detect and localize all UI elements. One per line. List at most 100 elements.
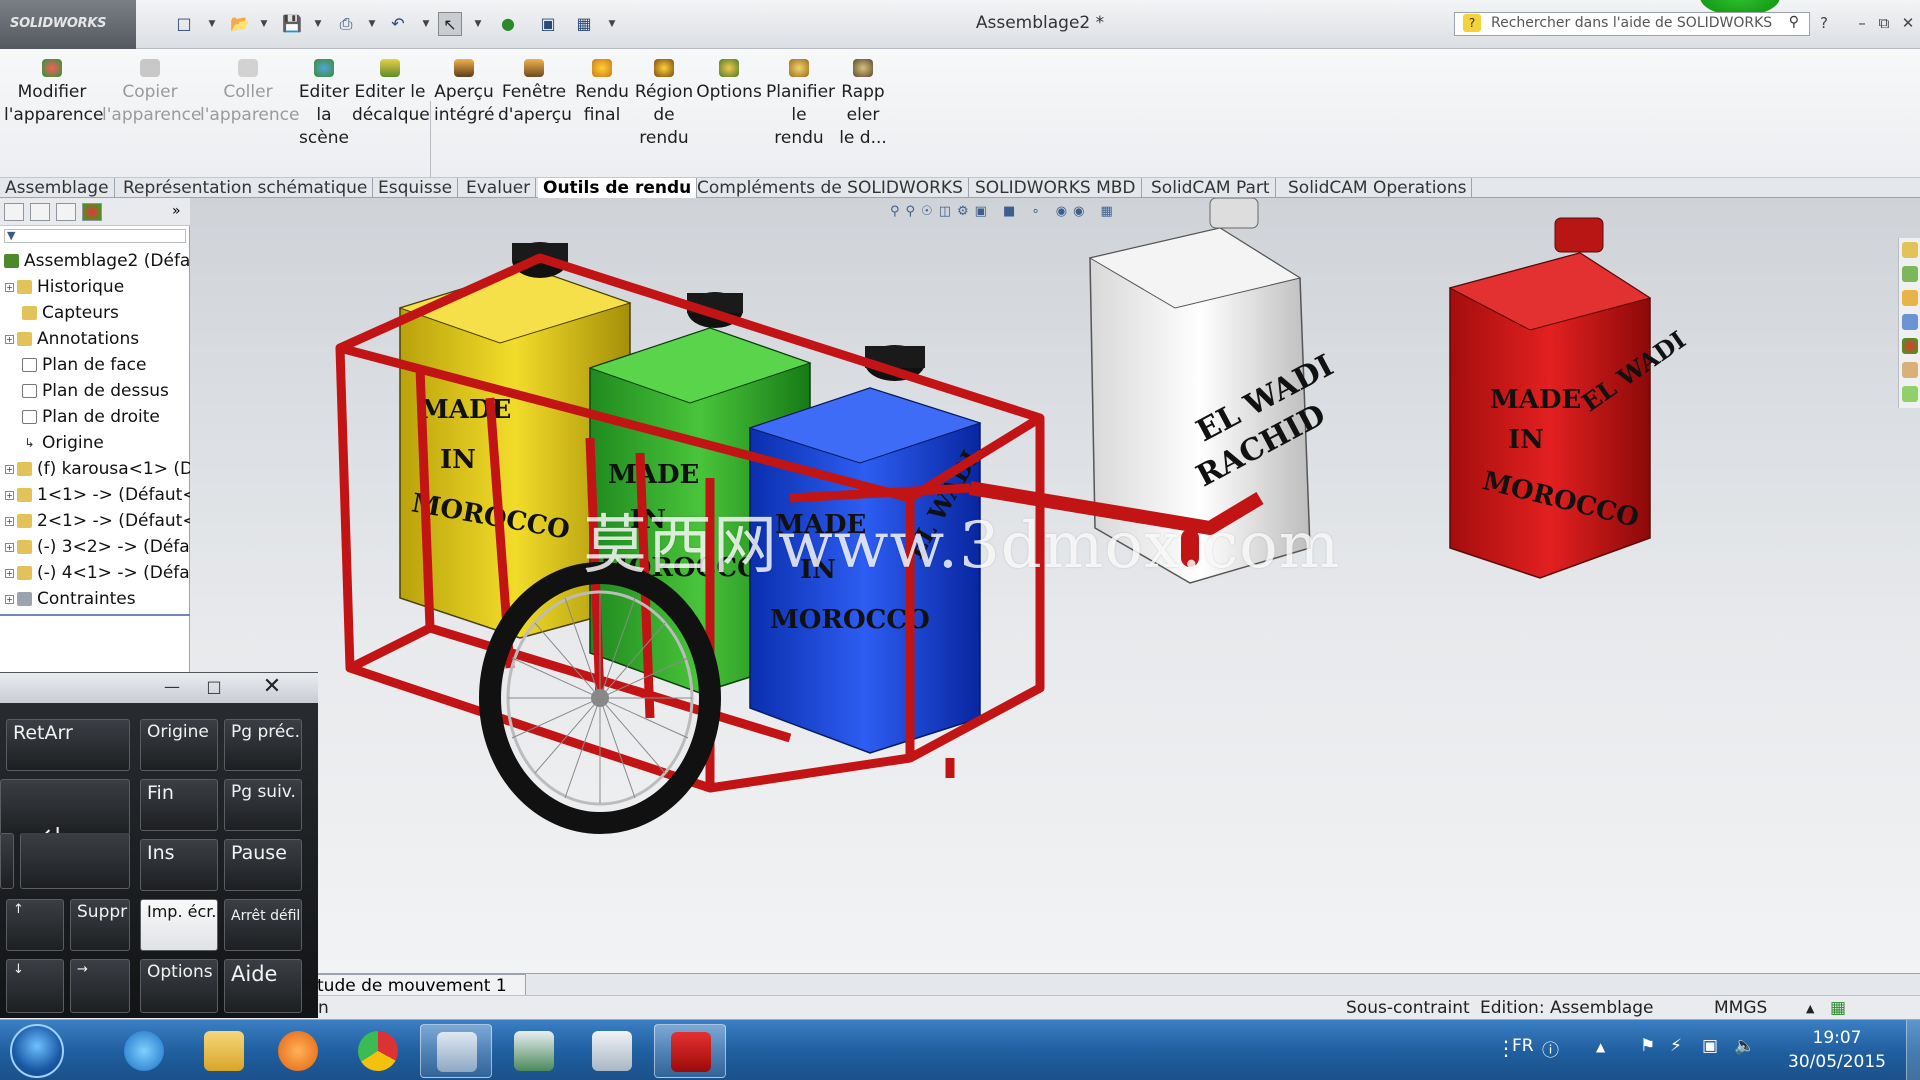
solidworks-forum-icon[interactable]: [1902, 386, 1918, 402]
tab-esquisse[interactable]: Esquisse: [373, 178, 459, 198]
minimize-icon[interactable]: –: [1852, 14, 1872, 32]
print-icon[interactable]: ⎙: [334, 12, 358, 36]
tab-motion-study[interactable]: tude de mouvement 1: [316, 974, 526, 996]
home-icon[interactable]: [1902, 242, 1918, 258]
print-dropdown-icon[interactable]: ▼: [366, 12, 378, 36]
feature-tree-tab-icon[interactable]: [4, 203, 24, 221]
quick-tips-icon[interactable]: ▦: [1830, 998, 1846, 1018]
help-icon[interactable]: ?: [1814, 14, 1834, 32]
paste-appearance-button[interactable]: Coller l'apparence: [200, 59, 299, 127]
key-page-up[interactable]: Pg préc.: [224, 719, 302, 771]
tree-rollback-bar[interactable]: [0, 614, 190, 616]
units-up-icon[interactable]: ▲: [1806, 1002, 1814, 1015]
tab-solidworks-mbd[interactable]: SOLIDWORKS MBD: [970, 178, 1142, 198]
preview-window-button[interactable]: Fenêtre d'aperçu: [498, 59, 572, 127]
expand-icon[interactable]: +: [5, 516, 14, 526]
taskbar-app-button[interactable]: [498, 1024, 570, 1078]
tab-solidcam-part[interactable]: SolidCAM Part: [1146, 178, 1276, 198]
solidworks-logo[interactable]: SOLIDWORKS: [0, 0, 136, 49]
new-document-icon[interactable]: □: [172, 12, 196, 36]
key-options[interactable]: Options: [140, 959, 218, 1013]
action-center-flag-icon[interactable]: ⚑: [1640, 1036, 1655, 1056]
key-backspace[interactable]: RetArr: [6, 719, 130, 771]
save-icon[interactable]: 💾: [280, 12, 304, 36]
tab-representation-schematique[interactable]: Représentation schématique: [118, 178, 374, 198]
key-down-arrow[interactable]: ↓: [6, 959, 64, 1013]
tree-item-history[interactable]: + Historique: [0, 274, 190, 300]
design-library-icon[interactable]: [1902, 266, 1918, 282]
file-properties-icon[interactable]: ▣: [536, 12, 560, 36]
expand-icon[interactable]: +: [5, 594, 14, 604]
key-up-arrow[interactable]: ↑: [6, 899, 64, 951]
expand-icon[interactable]: +: [5, 334, 14, 344]
tree-item-sensors[interactable]: Capteurs: [0, 300, 190, 326]
show-hidden-icons-icon[interactable]: ▲: [1596, 1040, 1605, 1054]
taskbar-ie-button[interactable]: [108, 1024, 180, 1078]
select-dropdown-icon[interactable]: ▼: [472, 12, 484, 36]
key-print-screen[interactable]: Imp. écr.: [140, 899, 218, 951]
units-status[interactable]: MMGS: [1714, 998, 1767, 1018]
help-search-input[interactable]: ? Rechercher dans l'aide de SOLIDWORKS ⚲: [1454, 12, 1810, 36]
key-page-down[interactable]: Pg suiv.: [224, 779, 302, 831]
tree-item-origin[interactable]: ↳ Origine: [0, 430, 190, 456]
network-icon[interactable]: ▣: [1702, 1036, 1718, 1056]
keyboard-restore-icon[interactable]: □: [200, 677, 228, 697]
key-enter[interactable]: ↵: [0, 779, 130, 835]
property-tab-icon[interactable]: [30, 203, 50, 221]
key-help[interactable]: Aide: [224, 959, 302, 1013]
view-palette-icon[interactable]: [1902, 314, 1918, 330]
expand-icon[interactable]: +: [5, 542, 14, 552]
tree-item-mates[interactable]: + Contraintes: [0, 586, 190, 612]
tab-complements-solidworks[interactable]: Compléments de SOLIDWORKS: [692, 178, 969, 198]
key-home[interactable]: Origine: [140, 719, 218, 771]
schedule-render-button[interactable]: Planifier le rendu: [766, 59, 835, 150]
tree-item-karousa[interactable]: + (f) karousa<1> (Dé: [0, 456, 190, 482]
taskbar-media-button[interactable]: [262, 1024, 334, 1078]
edit-decal-button[interactable]: Editer le décalque: [352, 59, 430, 127]
expand-icon[interactable]: +: [5, 490, 14, 500]
key-enter-lower[interactable]: [20, 833, 130, 889]
select-pointer-icon[interactable]: ↖: [438, 12, 462, 36]
tab-solidcam-operations[interactable]: SolidCAM Operations: [1283, 178, 1473, 198]
copy-appearance-button[interactable]: Copier l'apparence: [102, 59, 201, 127]
taskbar-chrome-button[interactable]: [342, 1024, 414, 1078]
configuration-tab-icon[interactable]: [56, 203, 76, 221]
tab-evaluer[interactable]: Evaluer: [461, 178, 537, 198]
tree-item-annotations[interactable]: + Annotations: [0, 326, 190, 352]
appearances-icon[interactable]: [1902, 338, 1918, 354]
tree-filter-input[interactable]: ▼: [4, 229, 186, 243]
tab-assemblage[interactable]: Assemblage: [0, 178, 115, 198]
expand-tabs-icon[interactable]: »: [172, 203, 181, 219]
expand-icon[interactable]: +: [5, 282, 14, 292]
taskbar-solidworks-button[interactable]: [654, 1024, 726, 1078]
final-render-button[interactable]: Rendu final: [574, 59, 630, 127]
custom-properties-icon[interactable]: [1902, 362, 1918, 378]
tree-item-part-3[interactable]: + (-) 3<2> -> (Défau: [0, 534, 190, 560]
keyboard-close-icon[interactable]: ✕: [258, 676, 286, 698]
key-left-edge[interactable]: [0, 833, 14, 889]
volume-icon[interactable]: 🔈: [1734, 1036, 1755, 1056]
recall-last-render-button[interactable]: Rapp eler le d...: [836, 59, 890, 150]
expand-icon[interactable]: +: [5, 568, 14, 578]
key-delete[interactable]: Suppr: [70, 899, 130, 951]
graphics-viewport[interactable]: ⚲⚲☉◫⚙▣ ■ ∘ ◉◉ ▦ EL WADI RACHID MADE IN M…: [190, 198, 1920, 973]
language-indicator[interactable]: FR: [1512, 1036, 1534, 1056]
power-icon[interactable]: ⚡: [1670, 1036, 1682, 1056]
start-button-icon[interactable]: [10, 1024, 64, 1078]
tree-item-top-plane[interactable]: Plan de dessus: [0, 378, 190, 404]
key-pause[interactable]: Pause: [224, 839, 302, 891]
taskbar-keyboard-button[interactable]: [420, 1024, 492, 1078]
tree-item-part-4[interactable]: + (-) 4<1> -> (Défau: [0, 560, 190, 586]
open-folder-icon[interactable]: 📂: [228, 12, 252, 36]
modify-appearance-button[interactable]: Modifier l'apparence: [4, 59, 103, 127]
tree-item-right-plane[interactable]: Plan de droite: [0, 404, 190, 430]
expand-icon[interactable]: +: [5, 464, 14, 474]
tree-item-front-plane[interactable]: Plan de face: [0, 352, 190, 378]
integrated-preview-button[interactable]: Aperçu intégré: [434, 59, 495, 127]
file-explorer-icon[interactable]: [1902, 290, 1918, 306]
tab-outils-de-rendu[interactable]: Outils de rendu: [538, 178, 698, 198]
undo-icon[interactable]: ↶: [386, 12, 410, 36]
search-icon[interactable]: ⚲: [1789, 14, 1799, 30]
edit-scene-button[interactable]: Editer la scène: [296, 59, 352, 150]
undo-dropdown-icon[interactable]: ▼: [420, 12, 432, 36]
